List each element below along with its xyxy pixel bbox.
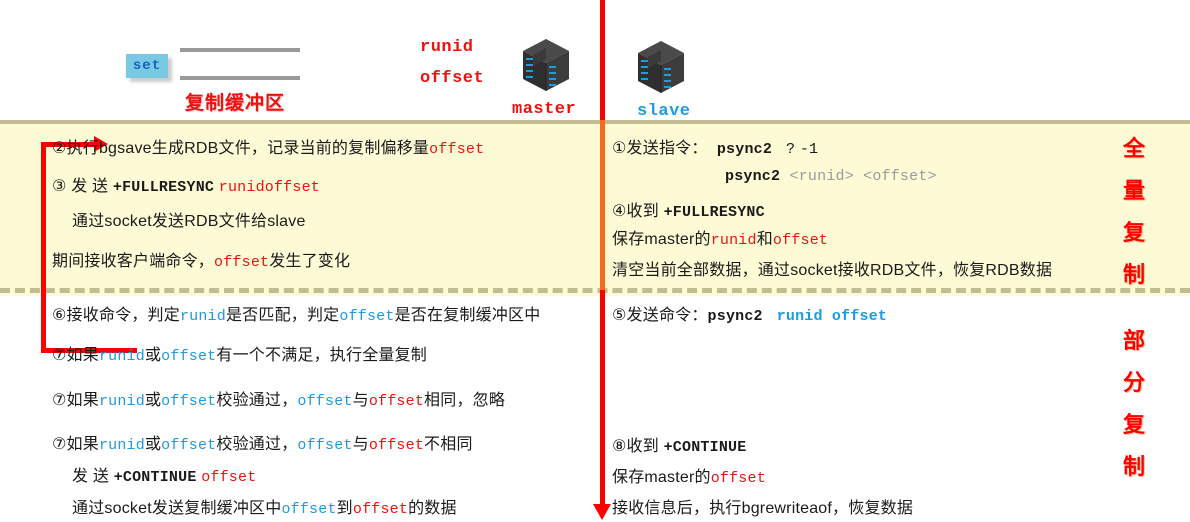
master-offset-change-note: 期间接收客户端命令，offset发生了变化: [52, 253, 351, 271]
header-region: set 复制缓冲区 runid offset master slave: [0, 0, 1190, 121]
set-command-chip: set: [126, 54, 168, 78]
replication-buffer-label: 复制缓冲区: [185, 93, 286, 114]
slave-save-offset: 保存master的offset: [612, 469, 766, 487]
master-step-7-fail: ⑦如果runid或offset有一个不满足，执行全量复制: [52, 347, 427, 365]
retry-arrow-shaft: [41, 142, 46, 352]
master-send-continue: 发 送 +CONTINUE offset: [72, 468, 257, 486]
slave-step-8: ⑧收到 +CONTINUE: [612, 438, 747, 456]
partial-replication-side-label: 部 分 复 制: [1122, 328, 1145, 479]
master-step-3-detail: 通过socket发送RDB文件给slave: [72, 213, 306, 230]
master-server-icon: [523, 39, 569, 91]
slave-step-1-alt: psync2 <runid> <offset>: [725, 168, 937, 185]
master-step-3: ③ 发 送 +FULLRESYNC runidoffset: [52, 178, 320, 196]
full-replication-side-label: 全 量 复 制: [1122, 136, 1145, 287]
master-step-7-diff: ⑦如果runid或offset校验通过，offset与offset不相同: [52, 436, 473, 454]
master-node-label: master: [512, 100, 577, 119]
panel-separator: [0, 288, 1190, 293]
slave-bgrewriteaof: 接收信息后，执行bgrewriteaof，恢复数据: [612, 500, 914, 517]
master-send-buffer-data: 通过socket发送复制缓冲区中offset到offset的数据: [72, 500, 457, 518]
master-runid-label: runid: [420, 38, 474, 57]
timeline-arrow-highlight: [600, 120, 605, 290]
slave-node-label: slave: [637, 102, 691, 121]
master-step-6: ⑥接收命令，判定runid是否匹配，判定offset是否在复制缓冲区中: [52, 307, 541, 325]
slave-step-5: ⑤发送命令：psync2 runid offset: [612, 307, 888, 325]
master-step-2: ②执行bgsave生成RDB文件，记录当前的复制偏移量offset: [52, 140, 485, 158]
master-step-7-same: ⑦如果runid或offset校验通过，offset与offset相同，忽略: [52, 392, 506, 410]
timeline-arrow-head: [593, 504, 611, 520]
slave-step-1: ①发送指令： psync2 ? -1: [612, 140, 819, 158]
slave-save-runid-offset: 保存master的runid和offset: [612, 231, 829, 249]
slave-server-icon: [638, 41, 684, 93]
diagram-canvas: set 复制缓冲区 runid offset master slave ②执行b…: [0, 0, 1190, 522]
master-offset-label: offset: [420, 69, 485, 88]
slave-step-4: ④收到 +FULLRESYNC: [612, 203, 765, 221]
slave-flush-and-load-rdb: 清空当前全部数据，通过socket接收RDB文件，恢复RDB数据: [612, 262, 1053, 279]
replication-buffer-line-top: [180, 48, 300, 52]
replication-buffer-line-bottom: [180, 76, 300, 80]
